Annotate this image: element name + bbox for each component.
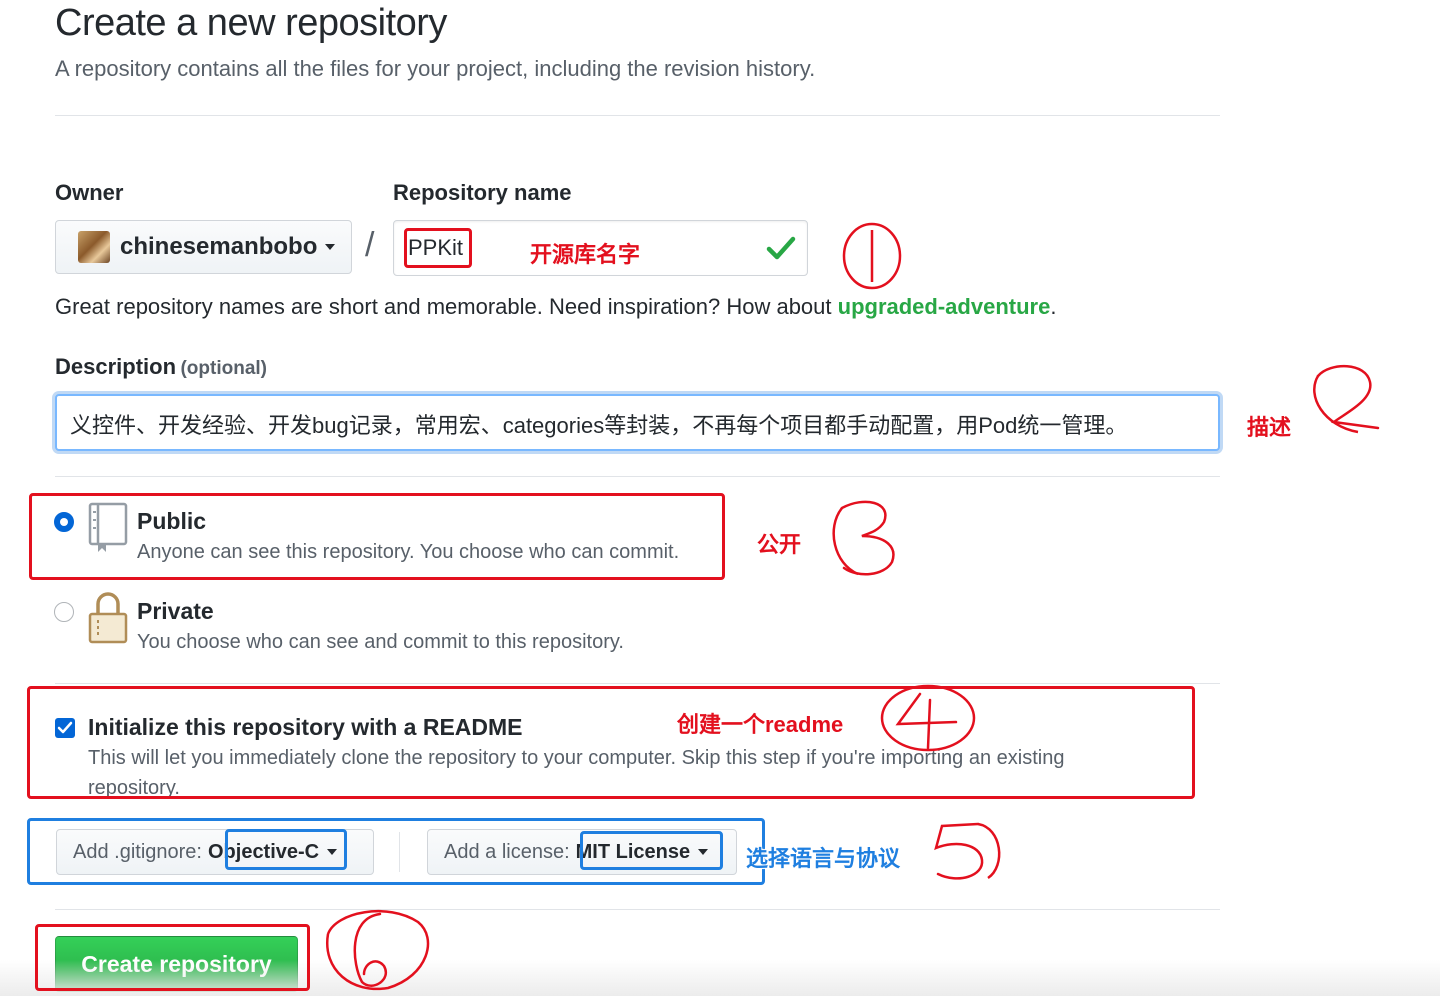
page-title: Create a new repository: [55, 2, 447, 44]
annotation-note-public: 公开: [757, 532, 802, 557]
annotation-box-gitignore: [225, 829, 347, 870]
annotation-step-2: [1313, 364, 1380, 434]
optional-label: (optional): [180, 358, 268, 379]
private-desc: You choose who can see and commit to thi…: [137, 631, 624, 653]
chevron-down-icon: [325, 244, 336, 250]
annotation-step-1: [842, 222, 902, 290]
divider: [55, 476, 1220, 477]
owner-name: chinesemanbobo: [120, 233, 318, 260]
description-value: 义控件、开发经验、开发bug记录，常用宏、categories等封装，不再每个项…: [70, 413, 1128, 438]
divider: [55, 115, 1220, 116]
annotation-box-readme: [27, 686, 1195, 799]
owner-select[interactable]: chinesemanbobo: [55, 220, 352, 274]
avatar: [78, 231, 110, 263]
annotation-note-description: 描述: [1247, 415, 1292, 440]
description-label: Description: [55, 354, 177, 379]
private-title: Private: [137, 598, 214, 624]
annotation-step-4: [880, 684, 976, 752]
annotation-step-5: [934, 822, 1001, 880]
lock-icon: [88, 592, 128, 644]
suggestion-link[interactable]: upgraded-adventure: [838, 294, 1051, 319]
description-label-row: Description (optional): [55, 354, 267, 380]
hint-text: Great repository names are short and mem…: [55, 294, 838, 319]
annotation-step-6: [325, 909, 430, 991]
annotation-box-create: [35, 924, 310, 991]
repo-name-hint: Great repository names are short and mem…: [55, 294, 1056, 320]
annotation-box-license: [580, 831, 723, 870]
annotation-note-selects: 选择语言与协议: [746, 846, 901, 871]
repo-name-label: Repository name: [393, 180, 572, 205]
annotation-box-public: [29, 493, 725, 580]
owner-label: Owner: [55, 180, 124, 205]
annotation-step-3: [832, 500, 895, 576]
owner-repo-separator: /: [365, 226, 375, 264]
annotation-note-readme: 创建一个readme: [677, 712, 844, 737]
divider: [55, 683, 1220, 684]
private-radio[interactable]: [54, 602, 74, 622]
divider: [55, 909, 1220, 910]
annotation-note-repo-name: 开源库名字: [530, 242, 641, 267]
check-icon: [766, 236, 796, 260]
annotation-box-repo-name: [404, 228, 472, 268]
page-subtitle: A repository contains all the files for …: [55, 56, 816, 81]
hint-end: .: [1050, 294, 1057, 319]
